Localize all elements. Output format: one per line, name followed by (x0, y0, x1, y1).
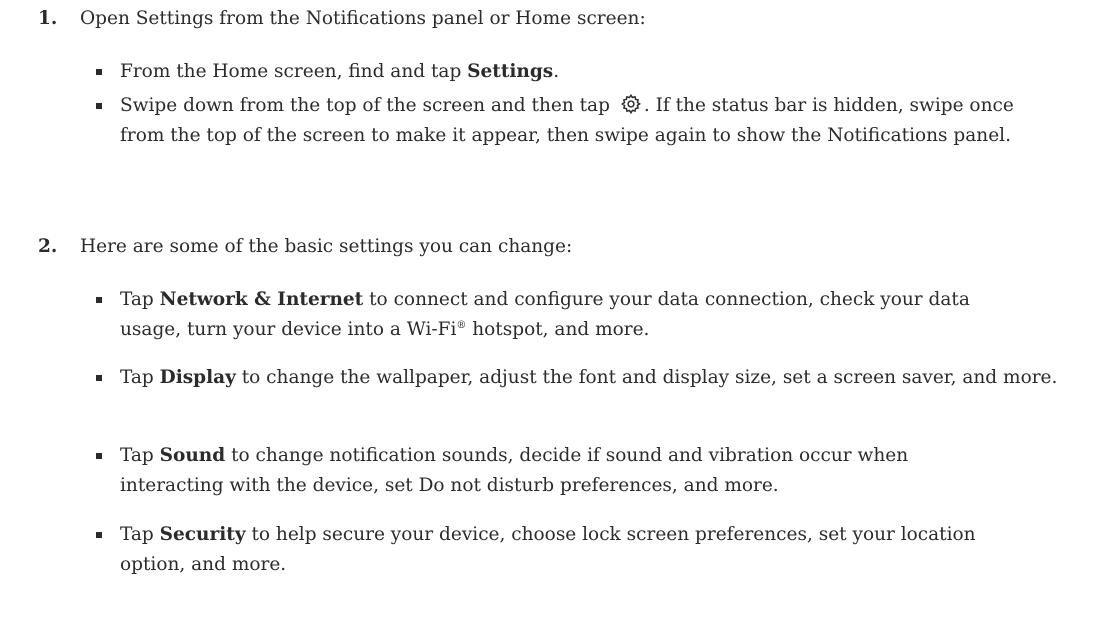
bullet-marker (96, 375, 102, 381)
bullet-marker (96, 103, 102, 109)
bullet-text: Tap Sound to change notification sounds,… (120, 445, 909, 496)
network-internet-term: Network & Internet (159, 289, 364, 310)
bullet-text: Tap Network & Internet to connect and co… (120, 289, 970, 340)
step-text: Here are some of the basic settings you … (80, 236, 573, 257)
bullet-text: Tap Display to change the wallpaper, adj… (120, 367, 1058, 388)
registered-mark: ® (456, 319, 467, 331)
bullet-marker (96, 453, 102, 459)
security-term: Security (159, 524, 246, 545)
bullet-marker (96, 532, 102, 538)
bullet-text: From the Home screen, find and tap Setti… (120, 61, 560, 82)
gear-icon (620, 93, 642, 115)
bullet-text: Tap Security to help secure your device,… (120, 524, 976, 575)
step-number: 1. (38, 8, 58, 29)
step-text: Open Settings from the Notifications pan… (80, 8, 646, 29)
step-number: 2. (38, 236, 58, 257)
sound-term: Sound (159, 445, 226, 466)
instructions-document: 1. Open Settings from the Notifications … (0, 0, 1118, 625)
bullet-text: Swipe down from the top of the screen an… (120, 93, 1014, 146)
settings-term: Settings (467, 61, 554, 82)
display-term: Display (159, 367, 236, 388)
bullet-marker (96, 297, 102, 303)
bullet-marker (96, 69, 102, 75)
